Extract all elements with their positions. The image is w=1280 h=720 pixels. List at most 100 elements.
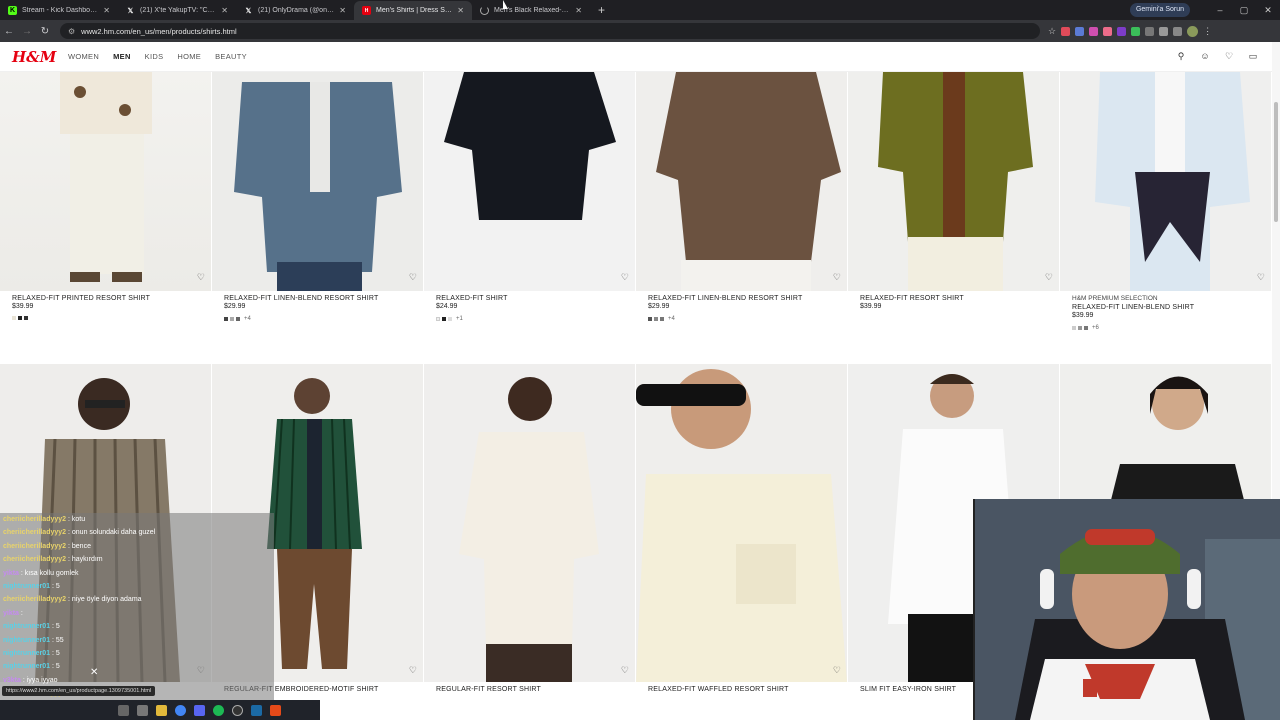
product-card-info[interactable]: RELAXED-FIT LINEN-BLEND RESORT SHIRT $29… bbox=[648, 295, 848, 322]
minimize-icon[interactable]: – bbox=[1208, 0, 1232, 20]
nav-beauty[interactable]: BEAUTY bbox=[215, 52, 247, 61]
discord-icon[interactable] bbox=[194, 704, 205, 716]
favorite-heart-icon[interactable]: ♡ bbox=[1257, 272, 1265, 283]
product-image[interactable]: ♡ bbox=[848, 72, 1059, 291]
puzzle-icon[interactable] bbox=[1159, 26, 1169, 36]
chat-message: nightrunner01 : 5 bbox=[0, 647, 274, 660]
extension-icon[interactable] bbox=[1145, 26, 1155, 36]
extension-icon[interactable] bbox=[1131, 26, 1141, 36]
close-tab-icon[interactable]: ✕ bbox=[103, 6, 110, 15]
extension-icon[interactable] bbox=[1117, 26, 1127, 36]
product-card-info[interactable]: RELAXED-FIT WAFFLED RESORT SHIRT bbox=[648, 686, 848, 693]
product-card-info[interactable]: H&M PREMIUM SELECTION RELAXED-FIT LINEN-… bbox=[1072, 295, 1272, 331]
spotify-icon[interactable] bbox=[213, 704, 224, 716]
more-colors-count: +1 bbox=[456, 316, 463, 322]
product-image[interactable] bbox=[1060, 364, 1271, 504]
product-image[interactable]: ♡ bbox=[1060, 72, 1271, 291]
product-image[interactable]: ♡ bbox=[0, 72, 211, 291]
product-name[interactable]: RELAXED-FIT LINEN-BLEND SHIRT bbox=[1072, 304, 1272, 311]
product-name[interactable]: REGULAR-FIT RESORT SHIRT bbox=[436, 686, 636, 693]
color-swatches: +1 bbox=[436, 316, 636, 322]
forward-icon[interactable]: → bbox=[18, 26, 36, 37]
product-name[interactable]: RELAXED-FIT RESORT SHIRT bbox=[860, 295, 1060, 302]
nav-kids[interactable]: KIDS bbox=[145, 52, 164, 61]
nav-home[interactable]: HOME bbox=[177, 52, 201, 61]
chat-message: cheriicherilladyyy2 : haykırdım bbox=[0, 553, 274, 566]
chat-username: cheriicherilladyyy2 bbox=[3, 542, 67, 550]
folder-icon[interactable] bbox=[156, 704, 167, 716]
url-text: www2.hm.com/en_us/men/products/shirts.ht… bbox=[81, 26, 237, 36]
nav-women[interactable]: WOMEN bbox=[68, 52, 99, 61]
extension-icon[interactable] bbox=[1103, 26, 1113, 36]
search-icon[interactable]: ⚲ bbox=[1176, 51, 1186, 62]
product-name[interactable]: RELAXED-FIT PRINTED RESORT SHIRT bbox=[12, 295, 212, 302]
favorite-heart-icon[interactable]: ♡ bbox=[833, 272, 841, 283]
close-window-icon[interactable]: ✕ bbox=[1256, 0, 1280, 20]
steam-icon[interactable] bbox=[251, 704, 262, 716]
product-image[interactable]: ♡ bbox=[212, 72, 423, 291]
close-tab-icon[interactable]: ✕ bbox=[339, 6, 346, 15]
account-icon[interactable]: ☺ bbox=[1200, 51, 1210, 62]
browser-tab[interactable]: 𝕏 (21) X'te YakupTV: "Cago kardo ✕ bbox=[118, 1, 236, 20]
favorite-heart-icon[interactable]: ♡ bbox=[409, 665, 417, 676]
new-tab-icon[interactable]: + bbox=[590, 1, 613, 20]
product-name[interactable]: RELAXED-FIT LINEN-BLEND RESORT SHIRT bbox=[648, 295, 848, 302]
browser-tab[interactable]: K Stream - Kick Dashboard ✕ bbox=[0, 1, 118, 20]
favorite-heart-icon[interactable]: ♡ bbox=[833, 665, 841, 676]
app-icon[interactable] bbox=[137, 704, 148, 716]
browser-tab[interactable]: 𝕏 (21) OnlyDrama (@onlydrama) ✕ bbox=[236, 1, 354, 20]
bookmark-star-icon[interactable]: ☆ bbox=[1048, 26, 1056, 37]
chat-message: yikta : kısa kollu gomlek bbox=[0, 567, 274, 580]
obs-icon[interactable] bbox=[232, 704, 243, 716]
extension-icon[interactable] bbox=[1061, 26, 1071, 36]
favorite-heart-icon[interactable]: ♡ bbox=[1045, 272, 1053, 283]
product-image[interactable]: ♡ bbox=[424, 364, 635, 682]
browser-tab[interactable]: Men's Black Relaxed-Fit Shirt | ✕ bbox=[472, 1, 590, 20]
cart-icon[interactable]: ▭ bbox=[1248, 51, 1258, 62]
product-card-info[interactable]: RELAXED-FIT LINEN-BLEND RESORT SHIRT $29… bbox=[224, 295, 424, 322]
avatar[interactable] bbox=[1187, 25, 1199, 37]
chat-message: nightrunner01 : 55 bbox=[0, 634, 274, 647]
extension-icon[interactable] bbox=[1089, 26, 1099, 36]
nav-men[interactable]: MEN bbox=[113, 52, 131, 61]
chrome-icon[interactable] bbox=[175, 704, 186, 716]
product-name[interactable]: RELAXED-FIT LINEN-BLEND RESORT SHIRT bbox=[224, 295, 424, 302]
close-tab-icon[interactable]: ✕ bbox=[221, 6, 228, 15]
favorites-icon[interactable]: ♡ bbox=[1224, 51, 1234, 62]
close-tab-icon[interactable]: ✕ bbox=[457, 6, 464, 15]
product-image[interactable]: ♡ bbox=[636, 364, 847, 682]
product-name[interactable]: RELAXED-FIT SHIRT bbox=[436, 295, 636, 302]
address-bar[interactable]: ⚙ www2.hm.com/en_us/men/products/shirts.… bbox=[60, 23, 1040, 39]
favorite-heart-icon[interactable]: ♡ bbox=[621, 272, 629, 283]
chat-username: v3kta bbox=[3, 676, 21, 684]
app-icon[interactable] bbox=[270, 704, 281, 716]
app-icon[interactable] bbox=[118, 704, 129, 716]
product-image[interactable]: ♡ bbox=[424, 72, 635, 291]
favorite-heart-icon[interactable]: ♡ bbox=[621, 665, 629, 676]
sidebar-icon[interactable] bbox=[1173, 26, 1183, 36]
browser-tab-active[interactable]: H Men's Shirts | Dress Shirts, Polo ✕ bbox=[354, 1, 472, 20]
chat-username: nightrunner01 bbox=[3, 582, 51, 590]
maximize-icon[interactable]: ▢ bbox=[1232, 0, 1256, 20]
chat-username: cheriicherilladyyy2 bbox=[3, 556, 67, 564]
reload-icon[interactable]: ↻ bbox=[36, 26, 54, 37]
scrollbar-thumb[interactable] bbox=[1274, 102, 1278, 222]
gemini-button[interactable]: Gemini'a Sorun bbox=[1129, 3, 1190, 17]
extension-icon[interactable] bbox=[1075, 26, 1085, 36]
product-name[interactable]: RELAXED-FIT WAFFLED RESORT SHIRT bbox=[648, 686, 848, 693]
main-nav: WOMEN MEN KIDS HOME BEAUTY bbox=[68, 52, 247, 61]
menu-icon[interactable]: ⋮ bbox=[1203, 26, 1212, 37]
product-card-info[interactable]: REGULAR-FIT RESORT SHIRT bbox=[436, 686, 636, 693]
back-icon[interactable]: ← bbox=[0, 26, 18, 37]
product-card-info[interactable]: RELAXED-FIT RESORT SHIRT $39.99 bbox=[860, 295, 1060, 310]
favorite-heart-icon[interactable]: ♡ bbox=[197, 272, 205, 283]
product-card-info[interactable]: RELAXED-FIT PRINTED RESORT SHIRT $39.99 bbox=[12, 295, 212, 320]
close-icon[interactable]: ✕ bbox=[90, 667, 98, 678]
favorite-heart-icon[interactable]: ♡ bbox=[409, 272, 417, 283]
hm-logo[interactable]: H&M bbox=[12, 48, 56, 66]
close-tab-icon[interactable]: ✕ bbox=[575, 6, 582, 15]
product-image[interactable]: ♡ bbox=[636, 72, 847, 291]
product-card-info[interactable]: RELAXED-FIT SHIRT $24.99 +1 bbox=[436, 295, 636, 322]
window-controls: – ▢ ✕ bbox=[1208, 0, 1280, 20]
site-info-icon[interactable]: ⚙ bbox=[68, 27, 75, 36]
